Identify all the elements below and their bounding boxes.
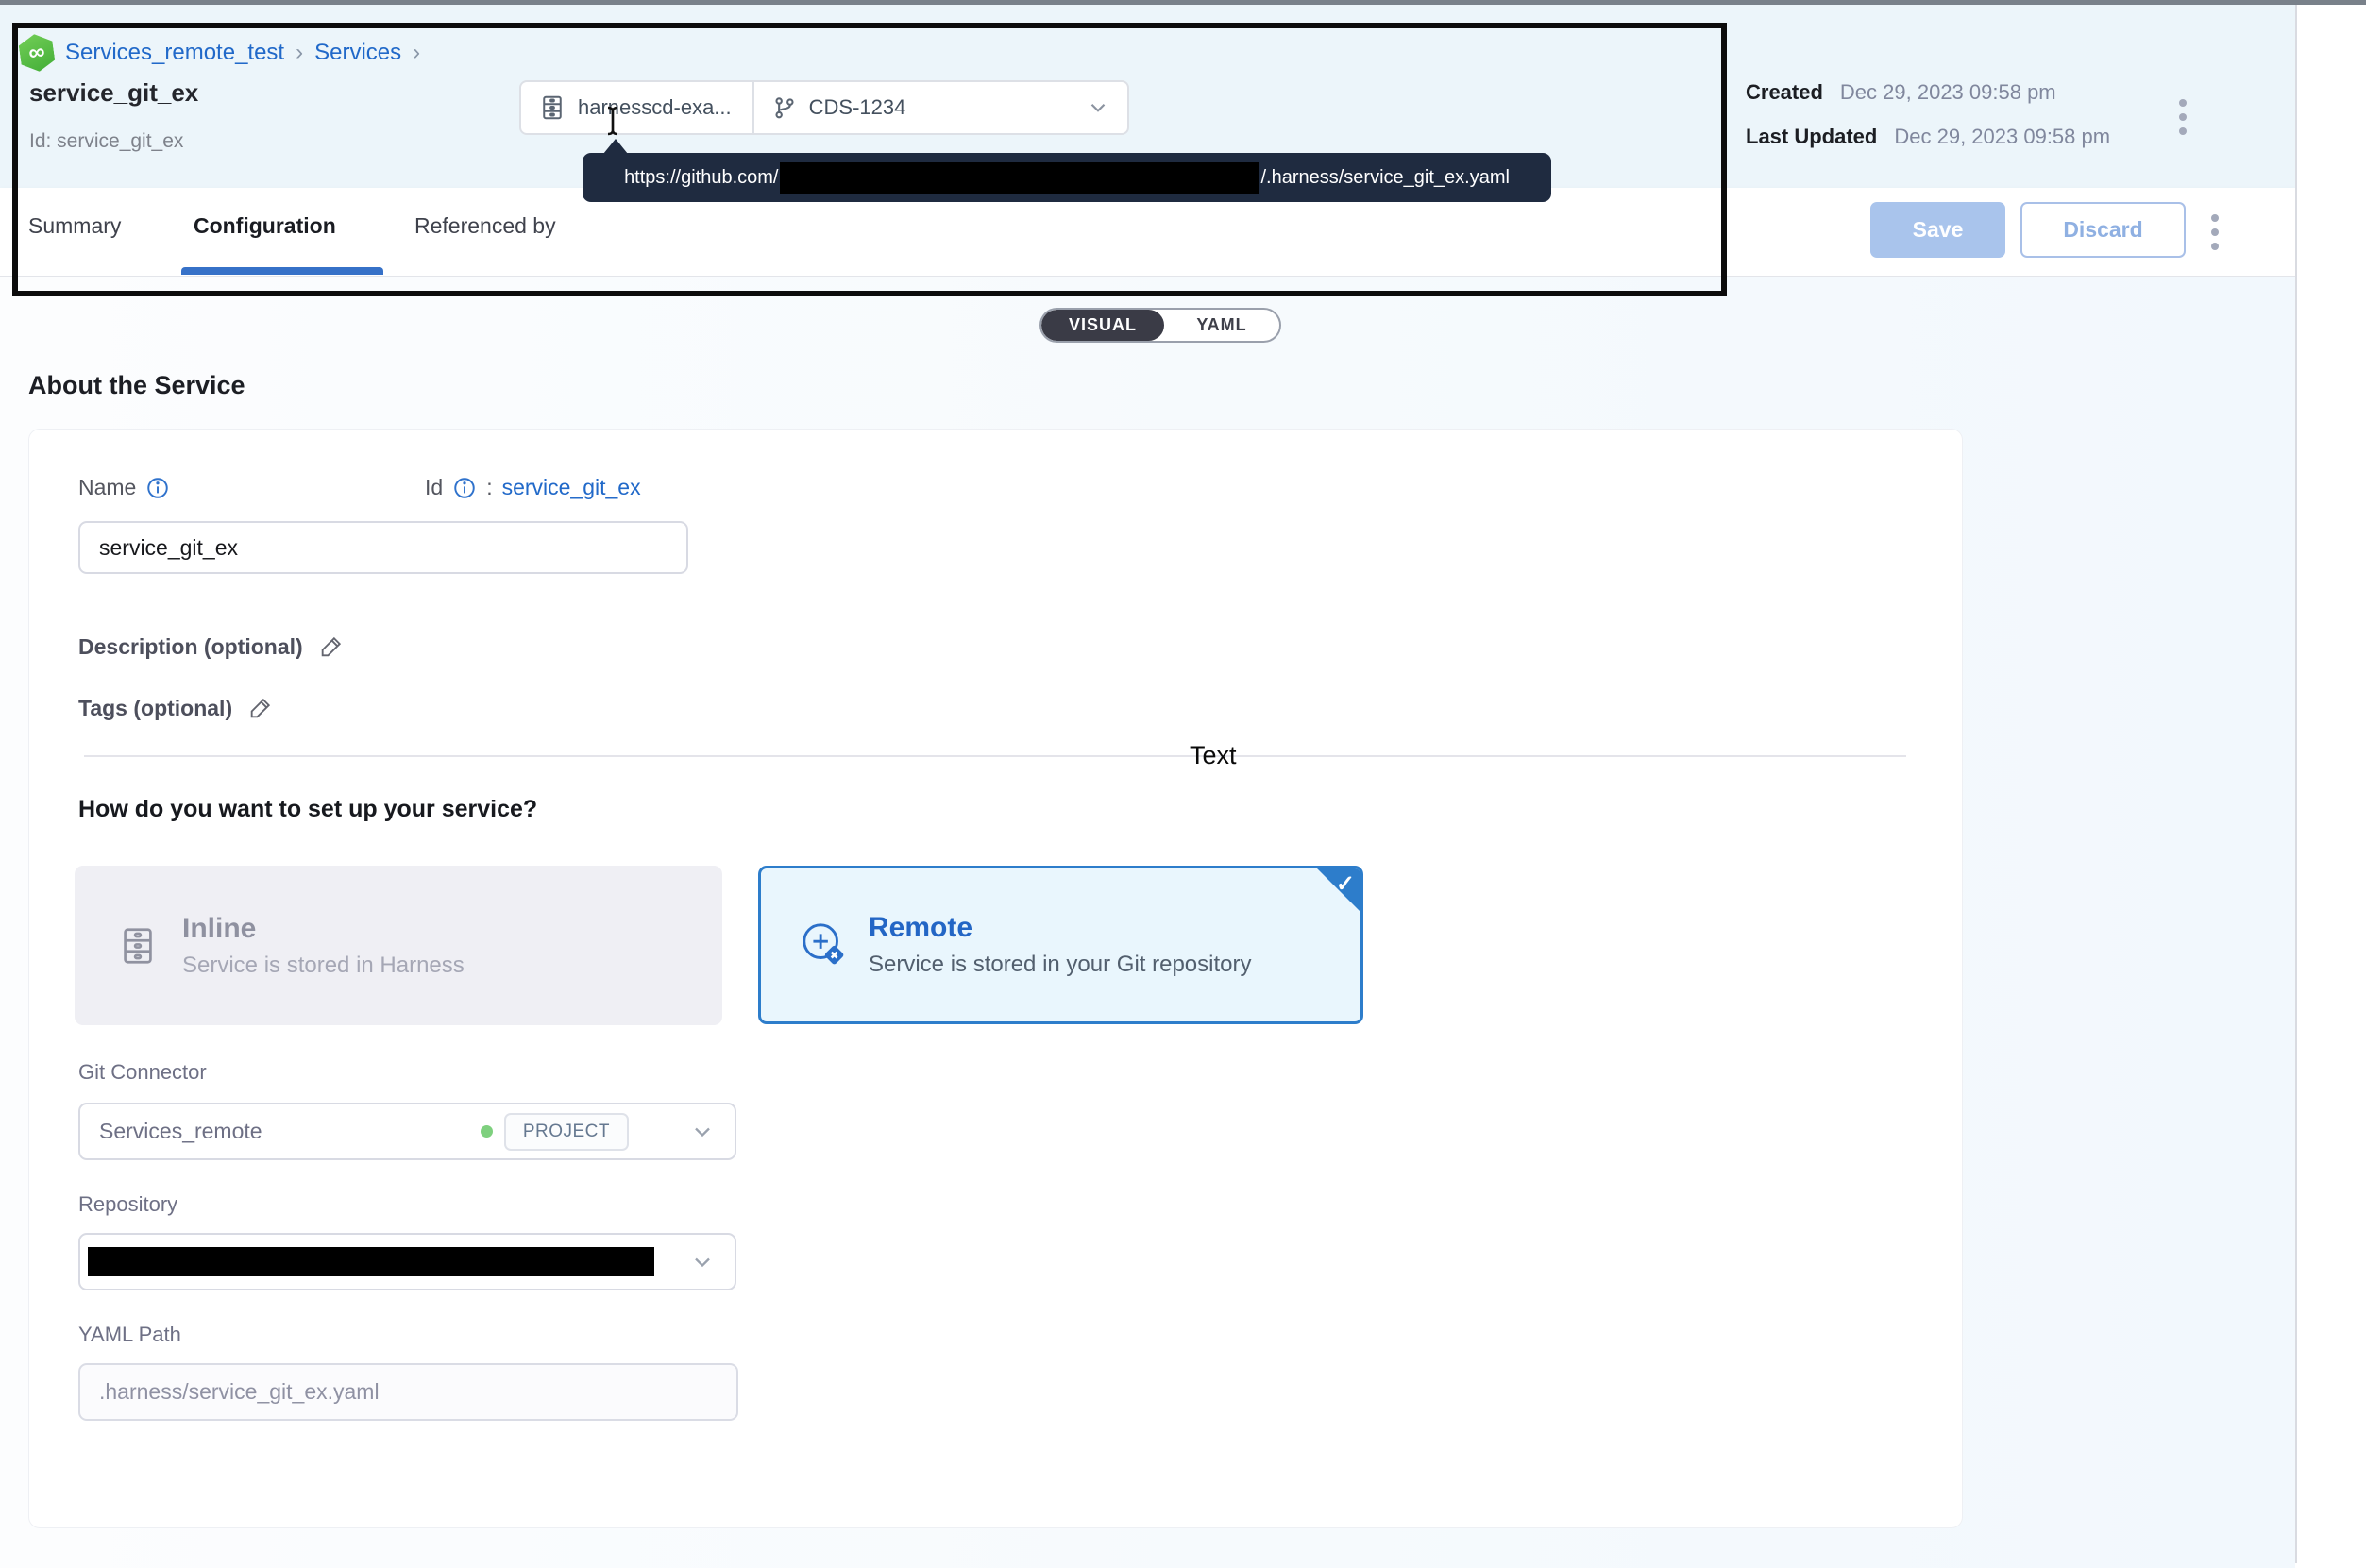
tab-configuration[interactable]: Configuration xyxy=(194,213,336,239)
service-config-card: Name Id : service_git_ex xyxy=(28,429,1963,1528)
git-connector-label: Git Connector xyxy=(78,1060,207,1085)
breadcrumb-project-link[interactable]: Services_remote_test xyxy=(65,40,284,66)
id-value-link[interactable]: service_git_ex xyxy=(502,475,641,500)
redacted-url-bar xyxy=(780,162,1259,194)
inline-option-title: Inline xyxy=(182,913,465,945)
check-icon: ✓ xyxy=(1336,870,1355,898)
toolbar-more-options-icon[interactable] xyxy=(2211,208,2219,257)
created-value: Dec 29, 2023 09:58 pm xyxy=(1840,80,2056,105)
repo-name-text: harnesscd-exa... xyxy=(578,95,732,120)
window-top-strip xyxy=(0,0,2366,5)
edit-pencil-icon[interactable] xyxy=(318,633,345,660)
name-label: Name xyxy=(78,475,136,500)
name-input[interactable] xyxy=(78,521,688,574)
git-branch-icon xyxy=(771,93,798,122)
chevron-down-icon xyxy=(689,1119,716,1145)
name-field-label-row: Name xyxy=(78,475,170,500)
right-margin xyxy=(2295,5,2366,1563)
edit-pencil-icon[interactable] xyxy=(247,695,274,721)
last-updated-value: Dec 29, 2023 09:58 pm xyxy=(1894,125,2110,149)
page-header: ∞ Services_remote_test › Services › serv… xyxy=(0,5,2295,188)
tooltip-url-prefix: https://github.com/ xyxy=(624,167,778,189)
info-icon[interactable] xyxy=(145,476,170,500)
git-connector-select[interactable]: Services_remote PROJECT xyxy=(78,1103,736,1160)
yaml-path-tooltip: https://github.com/ /.harness/service_git… xyxy=(583,153,1551,202)
created-label: Created xyxy=(1746,80,1823,105)
chevron-down-icon xyxy=(689,1249,716,1275)
visual-yaml-toggle[interactable]: VISUAL YAML xyxy=(1039,308,1281,343)
description-label: Description (optional) xyxy=(78,634,303,660)
last-updated-label: Last Updated xyxy=(1746,125,1877,149)
breadcrumb-separator: › xyxy=(413,40,420,66)
redacted-repository-value xyxy=(88,1247,654,1276)
save-button[interactable]: Save xyxy=(1870,202,2005,258)
breadcrumb-services-link[interactable]: Services xyxy=(314,40,401,66)
scope-badge: PROJECT xyxy=(504,1113,629,1151)
remote-option-card[interactable]: ✓ Remote Service is stored in your Git r… xyxy=(758,866,1363,1024)
git-connector-value: Services_remote xyxy=(99,1119,262,1144)
harness-service-icon: ∞ xyxy=(17,32,56,75)
setup-question: How do you want to set up your service? xyxy=(78,796,537,823)
description-row: Description (optional) xyxy=(78,633,345,660)
tags-row: Tags (optional) xyxy=(78,695,274,721)
active-tab-underline xyxy=(181,267,383,275)
inline-option-card[interactable]: Inline Service is stored in Harness xyxy=(75,866,722,1025)
page-title: service_git_ex xyxy=(29,78,198,108)
discard-button[interactable]: Discard xyxy=(2020,202,2186,258)
repository-label: Repository xyxy=(78,1192,177,1217)
breadcrumb-separator: › xyxy=(296,40,303,66)
section-divider xyxy=(84,755,1906,757)
branch-segment[interactable]: CDS-1234 xyxy=(771,93,906,122)
tab-summary[interactable]: Summary xyxy=(28,213,121,239)
header-more-options-icon[interactable] xyxy=(2179,99,2187,135)
app-root: ∞ Services_remote_test › Services › serv… xyxy=(0,5,2295,1563)
toggle-visual-option[interactable]: VISUAL xyxy=(1041,310,1164,341)
remote-option-title: Remote xyxy=(869,912,1251,944)
remote-git-icon xyxy=(799,918,850,972)
chevron-down-icon xyxy=(1086,95,1110,120)
id-colon: : xyxy=(486,475,492,500)
inline-option-subtitle: Service is stored in Harness xyxy=(182,953,465,979)
text-cursor-pointer xyxy=(602,105,623,137)
connector-status-dot xyxy=(481,1125,493,1138)
info-icon[interactable] xyxy=(452,476,477,500)
branch-name-text: CDS-1234 xyxy=(809,95,906,120)
breadcrumb: ∞ Services_remote_test › Services › xyxy=(20,34,420,72)
yaml-path-input[interactable] xyxy=(78,1363,738,1421)
selector-divider xyxy=(752,81,754,134)
remote-option-subtitle: Service is stored in your Git repository xyxy=(869,952,1251,978)
repository-select[interactable] xyxy=(78,1233,736,1290)
toggle-yaml-option[interactable]: YAML xyxy=(1164,310,1279,341)
repository-icon xyxy=(538,92,566,124)
annotation-text: Text xyxy=(1190,741,1237,770)
page-body: VISUAL YAML About the Service Name Id xyxy=(0,277,2295,1568)
service-meta: Created Dec 29, 2023 09:58 pm Last Updat… xyxy=(1746,80,2110,169)
yaml-path-label: YAML Path xyxy=(78,1323,181,1347)
inline-storage-icon xyxy=(116,919,160,972)
service-id-text: Id: service_git_ex xyxy=(29,130,183,153)
repo-segment[interactable]: harnesscd-exa... xyxy=(538,92,732,124)
tab-referenced-by[interactable]: Referenced by xyxy=(414,213,556,239)
section-title: About the Service xyxy=(28,371,245,400)
tooltip-url-suffix: /.harness/service_git_ex.yaml xyxy=(1260,167,1509,189)
id-field-row: Id : service_git_ex xyxy=(425,475,641,500)
tags-label: Tags (optional) xyxy=(78,696,232,721)
id-label: Id xyxy=(425,475,443,500)
